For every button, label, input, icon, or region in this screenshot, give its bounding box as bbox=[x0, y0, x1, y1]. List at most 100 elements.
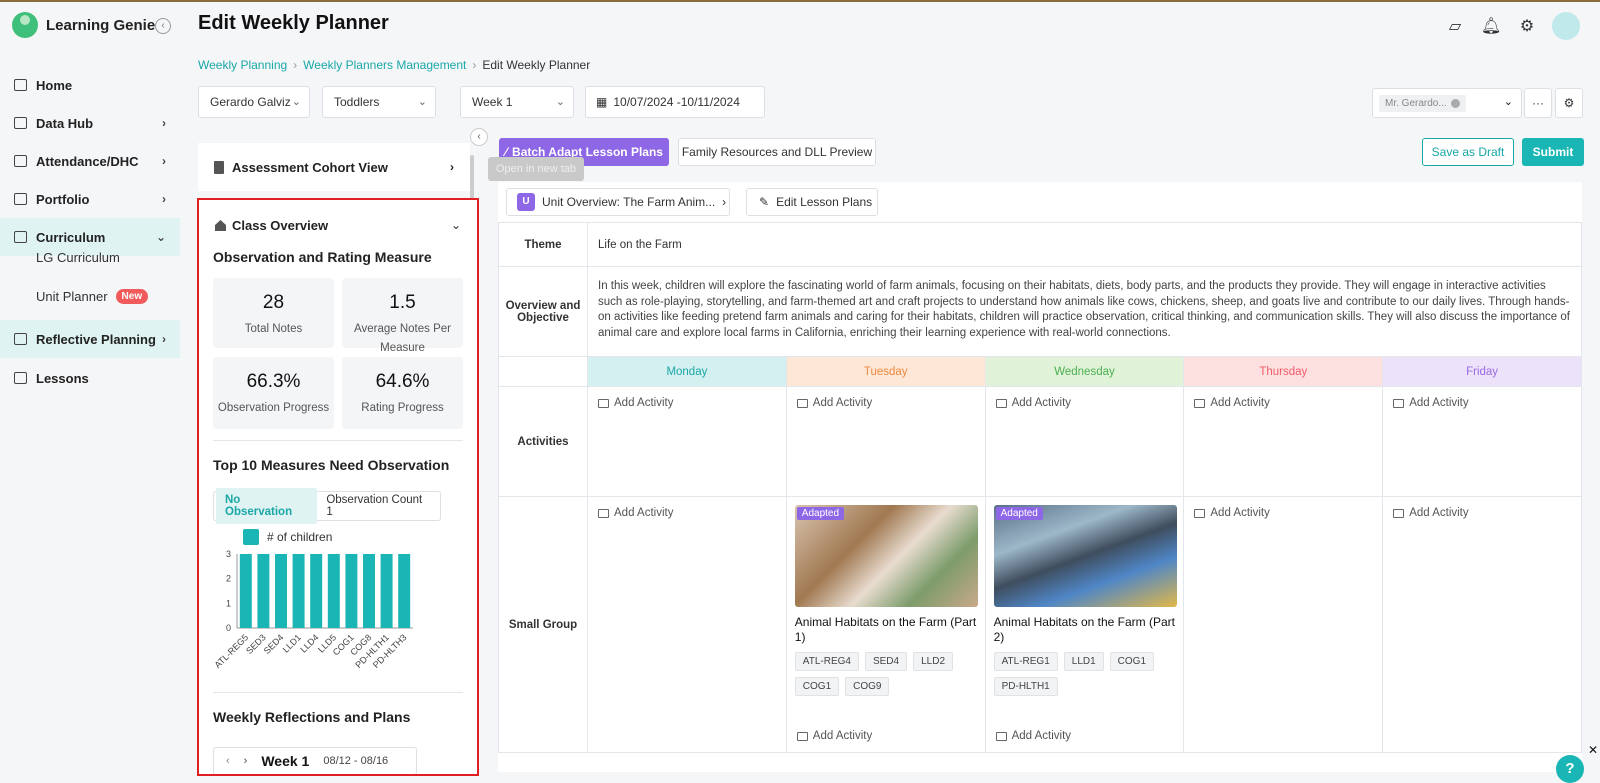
breadcrumb-planners-management[interactable]: Weekly Planners Management bbox=[303, 58, 466, 72]
sidebar-item-home[interactable]: Home bbox=[0, 66, 180, 104]
add-activity-button[interactable]: Add Activity bbox=[787, 387, 985, 419]
y-tick-label: 3 bbox=[226, 550, 231, 559]
add-activity-button[interactable]: Add Activity bbox=[986, 387, 1184, 419]
curriculum-icon bbox=[14, 231, 27, 243]
bar bbox=[257, 554, 270, 628]
day-header-thursday: Thursday bbox=[1183, 356, 1384, 387]
stat-label: Total Notes bbox=[244, 323, 303, 335]
date-range-value: 10/07/2024 -10/11/2024 bbox=[613, 95, 740, 109]
add-activity-button[interactable]: Add Activity bbox=[588, 497, 786, 529]
bar bbox=[363, 554, 375, 628]
book-icon bbox=[1194, 398, 1206, 408]
activities-cell: Add Activity bbox=[587, 386, 787, 497]
day-header-friday: Friday bbox=[1382, 356, 1582, 387]
cohort-title: Assessment Cohort View bbox=[232, 159, 388, 175]
collapse-panel-icon[interactable]: ‹ bbox=[470, 128, 488, 146]
add-activity-button[interactable]: Add Activity bbox=[1383, 497, 1581, 529]
bar bbox=[398, 554, 411, 628]
more-options-button[interactable]: ··· bbox=[1524, 88, 1552, 118]
graduation-cap-icon[interactable]: ▱ bbox=[1444, 15, 1466, 37]
lesson-card[interactable]: Adapted Animal Habitats on the Farm (Par… bbox=[794, 505, 978, 696]
submit-button[interactable]: Submit bbox=[1522, 138, 1584, 166]
add-activity-button[interactable]: Add Activity bbox=[588, 387, 786, 419]
stat-label: Observation Progress bbox=[217, 402, 330, 414]
breadcrumb-separator-icon: › bbox=[293, 58, 298, 72]
chevron-right-icon[interactable]: › bbox=[244, 755, 248, 767]
small-group-cell: Adapted Animal Habitats on the Farm (Par… bbox=[984, 496, 1185, 753]
add-activity-label: Add Activity bbox=[1210, 397, 1270, 409]
lesson-thumbnail: Adapted bbox=[993, 505, 1177, 607]
top-accent-line bbox=[0, 0, 1600, 2]
edit-lesson-plans-label: Edit Lesson Plans bbox=[776, 195, 873, 209]
family-resources-button[interactable]: Family Resources and DLL Preview bbox=[678, 138, 876, 166]
avatar[interactable] bbox=[1552, 12, 1580, 40]
collapse-sidebar-icon[interactable]: ‹ bbox=[155, 18, 171, 34]
app-name: Learning Genie bbox=[46, 16, 156, 34]
group-select[interactable]: Toddlers ⌄ bbox=[322, 86, 436, 118]
help-icon[interactable]: ? bbox=[1556, 755, 1584, 783]
teacher-select[interactable]: Gerardo Galviz ⌄ bbox=[198, 86, 310, 118]
add-activity-label: Add Activity bbox=[1409, 397, 1469, 409]
sidebar-item-data-hub[interactable]: Data Hub › bbox=[0, 104, 180, 142]
remove-chip-icon[interactable] bbox=[1450, 98, 1460, 108]
bar bbox=[327, 554, 340, 628]
lesson-card[interactable]: Adapted Animal Habitats on the Farm (Par… bbox=[993, 505, 1177, 696]
chevron-down-icon: ⌄ bbox=[155, 230, 166, 244]
settings-button[interactable]: ⚙ bbox=[1555, 88, 1583, 118]
add-activity-button[interactable]: Add Activity bbox=[1184, 497, 1382, 529]
assignee-chip-label: Mr. Gerardo... bbox=[1385, 97, 1447, 109]
tag: COG9 bbox=[845, 677, 890, 696]
sidebar-item-reflective-planning[interactable]: Reflective Planning › bbox=[0, 320, 180, 358]
bell-icon[interactable]: 🔔︎ bbox=[1480, 15, 1502, 37]
assignee-select[interactable]: Mr. Gerardo... ⌄ bbox=[1372, 88, 1522, 118]
group-select-value: Toddlers bbox=[334, 95, 380, 109]
sidebar-item-lg-curriculum[interactable]: LG Curriculum bbox=[36, 250, 120, 265]
sidebar-item-lessons[interactable]: Lessons bbox=[0, 359, 180, 397]
sidebar-item-portfolio[interactable]: Portfolio › bbox=[0, 180, 180, 218]
breadcrumb-current: Edit Weekly Planner bbox=[482, 58, 591, 72]
assessment-cohort-card[interactable]: Assessment Cohort View › bbox=[198, 143, 470, 191]
weekly-reflections-title: Weekly Reflections and Plans bbox=[213, 709, 411, 725]
stat-value: 66.3% bbox=[246, 371, 301, 392]
bar bbox=[345, 554, 358, 628]
legend-swatch bbox=[243, 529, 259, 545]
sidebar-item-attendance[interactable]: Attendance/DHC › bbox=[0, 142, 180, 180]
learning-genie-logo-icon bbox=[12, 12, 38, 38]
close-icon[interactable]: ✕ bbox=[1588, 743, 1598, 757]
brand[interactable]: Learning Genie bbox=[12, 12, 155, 38]
tab-no-observation[interactable]: No Observation bbox=[216, 488, 318, 524]
date-range-picker[interactable]: ▦ 10/07/2024 -10/11/2024 bbox=[585, 86, 765, 118]
tab-observation-count[interactable]: Observation Count 1 bbox=[317, 488, 438, 524]
sidebar-item-label: Portfolio bbox=[36, 191, 90, 207]
chevron-down-icon[interactable]: ⌄ bbox=[451, 218, 461, 232]
add-activity-button[interactable]: Add Activity bbox=[787, 720, 882, 752]
chevron-right-icon: › bbox=[722, 195, 727, 209]
unit-overview-button[interactable]: U Unit Overview: The Farm Anim... › bbox=[506, 188, 730, 216]
add-activity-button[interactable]: Add Activity bbox=[986, 720, 1081, 752]
save-draft-button[interactable]: Save as Draft bbox=[1422, 138, 1514, 166]
sidebar-item-label: LG Curriculum bbox=[36, 250, 120, 265]
class-overview-header[interactable]: Class Overview bbox=[215, 218, 328, 233]
theme-value[interactable]: Life on the Farm bbox=[587, 222, 1582, 267]
class-overview-panel: Class Overview ⌄ Observation and Rating … bbox=[197, 198, 479, 776]
add-activity-button[interactable]: Add Activity bbox=[1383, 387, 1581, 419]
chevron-down-icon: ⌄ bbox=[291, 96, 301, 108]
week-select[interactable]: Week 1 ⌄ bbox=[460, 86, 574, 118]
chevron-left-icon[interactable]: ‹ bbox=[226, 755, 230, 767]
chevron-down-icon: ⌄ bbox=[417, 96, 427, 108]
x-tick-label: LLD4 bbox=[298, 632, 320, 654]
tag: ATL-REG1 bbox=[993, 652, 1058, 671]
small-group-row-header: Small Group bbox=[498, 496, 588, 753]
week-label: Week 1 bbox=[261, 753, 310, 769]
tag: ATL-REG4 bbox=[794, 652, 859, 671]
gear-icon[interactable]: ⚙ bbox=[1516, 15, 1538, 37]
book-icon bbox=[995, 398, 1007, 408]
book-icon bbox=[1393, 398, 1405, 408]
chevron-right-icon: › bbox=[162, 332, 166, 346]
breadcrumb-weekly-planning[interactable]: Weekly Planning bbox=[198, 58, 287, 72]
edit-lesson-plans-button[interactable]: ✎ Edit Lesson Plans bbox=[746, 188, 878, 216]
add-activity-button[interactable]: Add Activity bbox=[1184, 387, 1382, 419]
overview-text[interactable]: In this week, children will explore the … bbox=[587, 266, 1582, 357]
sidebar-item-unit-planner[interactable]: Unit Planner New bbox=[36, 289, 149, 304]
sidebar: Learning Genie ‹ Home Data Hub › Attenda… bbox=[0, 2, 180, 783]
